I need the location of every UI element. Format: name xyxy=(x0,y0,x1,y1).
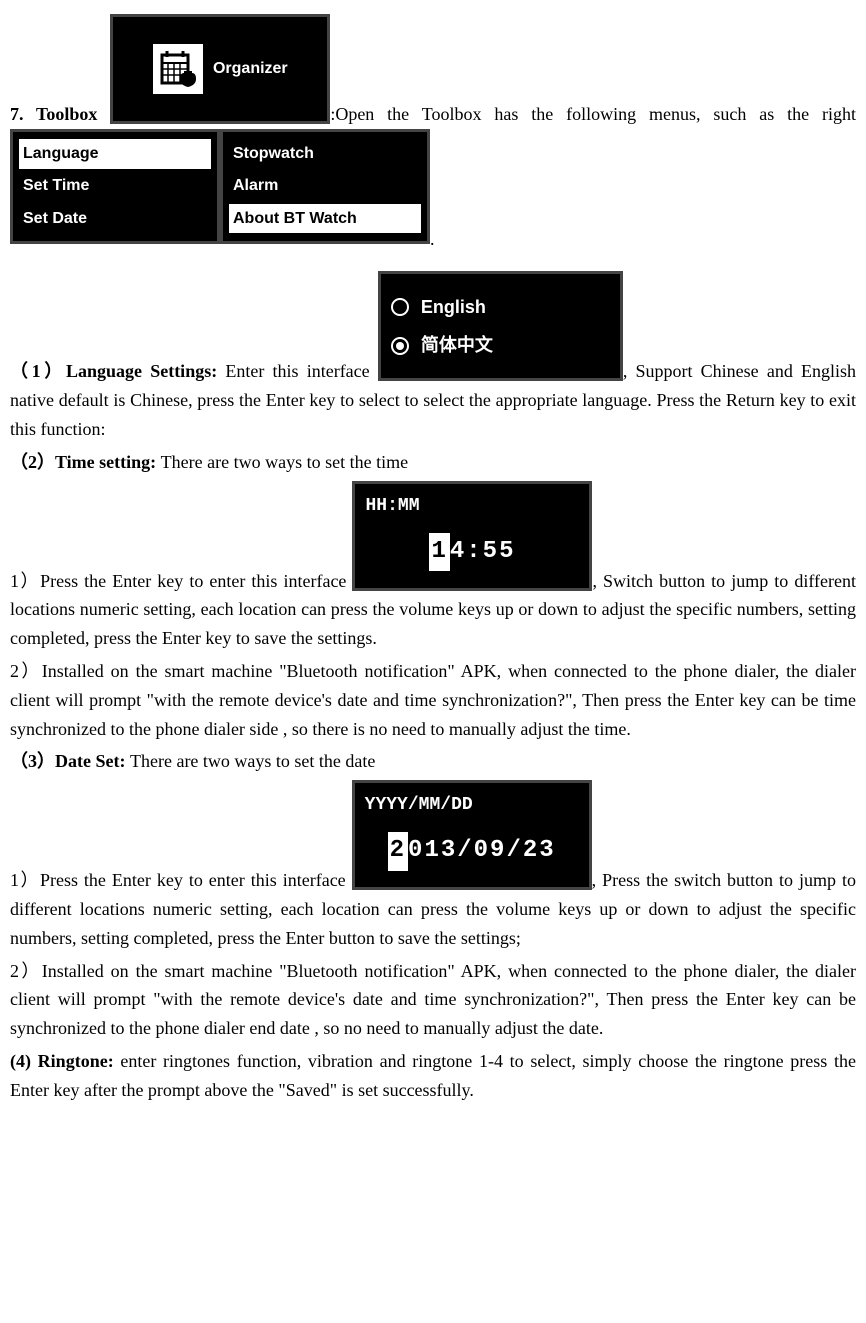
time-value: 14:55 xyxy=(361,522,583,581)
language-screenshot: English 简体中文 xyxy=(378,271,623,381)
lang-chinese-label: 简体中文 xyxy=(421,331,493,360)
organizer-calendar-icon xyxy=(153,44,203,94)
lang-option-chinese: 简体中文 xyxy=(391,331,610,360)
date-setting-screenshot: YYYY/MM/DD 2013/09/23 xyxy=(352,780,592,890)
section-2-para2: 2）Installed on the smart machine "Blueto… xyxy=(10,657,856,743)
date-highlighted-digit: 2 xyxy=(388,832,408,870)
lang-option-english: English xyxy=(391,293,610,322)
section-7-toolbox: 7. Toolbox Organizer :Open the Toolbox h… xyxy=(10,14,856,253)
section-2-heading: （2）Time setting: xyxy=(10,452,161,472)
lang-english-label: English xyxy=(421,293,486,322)
section-4-ringtone: (4) Ringtone: enter ringtones function, … xyxy=(10,1047,856,1105)
section-2-text1: There are two ways to set the time xyxy=(161,452,408,472)
organizer-screenshot: Organizer xyxy=(110,14,330,124)
section-1-language: （1）Language Settings: Enter this interfa… xyxy=(10,271,856,443)
document-content: 7. Toolbox Organizer :Open the Toolbox h… xyxy=(10,14,856,1105)
toolbox-menus-screenshot: Language Set Time Set Date Stopwatch Ala… xyxy=(10,129,430,249)
time-header-label: HH:MM xyxy=(361,490,583,523)
organizer-label: Organizer xyxy=(213,56,288,82)
time-setting-screenshot: HH:MM 14:55 xyxy=(352,481,592,591)
section-3-para1: 1）Press the Enter key to enter this inte… xyxy=(10,780,856,952)
section-3-heading: （3）Date Set: xyxy=(10,751,130,771)
menu-item-alarm: Alarm xyxy=(229,171,421,201)
menu-item-language: Language xyxy=(19,139,211,169)
section-2-time: （2）Time setting: There are two ways to s… xyxy=(10,448,856,477)
date-header-label: YYYY/MM/DD xyxy=(361,789,583,822)
section-7-heading: 7. Toolbox xyxy=(10,104,110,124)
time-rest-digits: 4:55 xyxy=(450,533,516,571)
section-2-para1: 1）Press the Enter key to enter this inte… xyxy=(10,481,856,653)
menu-item-set-time: Set Time xyxy=(19,171,211,201)
section-1-text1: Enter this interface xyxy=(225,361,377,381)
section-3-p1a: 1）Press the Enter key to enter this inte… xyxy=(10,870,352,890)
section-2-p1a: 1）Press the Enter key to enter this inte… xyxy=(10,571,352,591)
toolbox-menu-left: Language Set Time Set Date xyxy=(10,129,220,244)
section-3-date: （3）Date Set: There are two ways to set t… xyxy=(10,747,856,776)
radio-selected-icon xyxy=(391,337,409,355)
toolbox-menu-right: Stopwatch Alarm About BT Watch xyxy=(220,129,430,244)
date-rest-digits: 013/09/23 xyxy=(408,832,556,870)
section-1-heading: （1）Language Settings: xyxy=(10,361,225,381)
section-3-para2: 2）Installed on the smart machine "Blueto… xyxy=(10,957,856,1043)
menu-item-about-bt-watch: About BT Watch xyxy=(229,204,421,234)
section-7-period: . xyxy=(430,229,435,249)
radio-unselected-icon xyxy=(391,298,409,316)
section-3-text1: There are two ways to set the date xyxy=(130,751,375,771)
date-value: 2013/09/23 xyxy=(361,822,583,881)
section-4-text: enter ringtones function, vibration and … xyxy=(10,1051,856,1100)
menu-item-set-date: Set Date xyxy=(19,204,211,234)
time-highlighted-digit: 1 xyxy=(429,533,449,571)
section-4-heading: (4) Ringtone: xyxy=(10,1051,120,1071)
menu-item-stopwatch: Stopwatch xyxy=(229,139,421,169)
section-7-text-after: :Open the Toolbox has the following menu… xyxy=(330,104,856,124)
